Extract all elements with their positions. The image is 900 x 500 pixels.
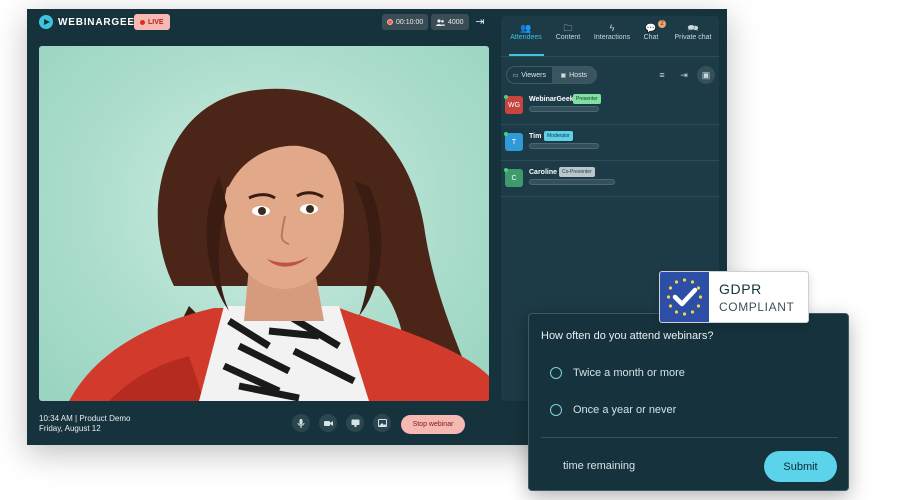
logo: WEBINARGEEK [39, 15, 143, 29]
panel-settings-icon[interactable]: ▣ [697, 66, 715, 84]
tab-interactions-label: Interactions [593, 34, 631, 41]
recording-timer: 00:10:00 [382, 14, 429, 30]
chat-unread-badge: 2 [658, 20, 666, 28]
export-icon[interactable]: ⇥ [677, 68, 691, 82]
poll-option[interactable]: Twice a month or more [550, 367, 685, 379]
lightning-icon: ϟ [609, 23, 615, 33]
eu-flag-icon [660, 272, 709, 322]
host-detail-placeholder [529, 179, 615, 185]
viewer-count-value: 4000 [448, 18, 464, 26]
chat-icon: 💬 2 [641, 20, 666, 34]
segment-hosts-label: Hosts [569, 71, 588, 79]
poll-option-label: Once a year or never [573, 404, 677, 416]
tab-chat[interactable]: 💬 2 Chat [641, 20, 666, 52]
poll-option-label: Twice a month or more [573, 367, 685, 379]
list-item[interactable]: C Caroline Co-Presenter [504, 166, 715, 196]
folder-icon: 🗀 [563, 23, 573, 33]
media-button[interactable] [373, 414, 391, 432]
video-stage [39, 46, 489, 401]
host-detail-placeholder [529, 106, 599, 112]
logo-play-icon [39, 15, 53, 29]
gdpr-title: GDPR [719, 281, 762, 297]
media-icon [377, 419, 387, 427]
host-name: Caroline [529, 169, 558, 176]
online-status-icon [504, 132, 508, 136]
avatar: WG [505, 96, 523, 114]
stop-webinar-button[interactable]: Stop webinar [401, 415, 465, 434]
radio-button[interactable] [550, 367, 562, 379]
poll-question: How often do you attend webinars? [541, 330, 714, 342]
poll-option[interactable]: Once a year or never [550, 404, 676, 416]
microphone-icon [297, 418, 305, 428]
tab-private-chat-label: Private chat [674, 34, 712, 41]
tab-content-label: Content [555, 34, 581, 41]
viewer-count[interactable]: 4000 [431, 14, 469, 30]
tab-private-chat[interactable]: 🗪 Private chat [671, 22, 715, 52]
screen-share-button[interactable] [346, 414, 364, 432]
timer-value: 00:10:00 [396, 18, 424, 26]
list-item[interactable]: T Tim Moderator [504, 130, 715, 160]
session-date: Friday, August 12 [39, 424, 101, 433]
role-badge: Moderator [544, 131, 573, 141]
host-detail-placeholder [529, 143, 599, 149]
tab-attendees-label: Attendees [510, 34, 542, 41]
tab-attendees[interactable]: 👥 Attendees [507, 22, 545, 52]
list-item[interactable]: WG WebinarGeek Presenter [504, 93, 715, 123]
segment-hosts[interactable]: ▣ Hosts [551, 67, 596, 83]
attendees-icon: 👥 [520, 23, 532, 33]
poll-card: How often do you attend webinars? Twice … [528, 313, 849, 491]
host-name: WebinarGeek [529, 96, 574, 103]
tab-content[interactable]: 🗀 Content [551, 22, 585, 52]
camera-icon [323, 420, 333, 426]
gdpr-badge: GDPR COMPLIANT [659, 271, 809, 323]
microphone-button[interactable] [292, 414, 310, 432]
role-badge: Presenter [573, 94, 601, 104]
row-divider [501, 124, 719, 125]
filter-icon[interactable]: ≡ [655, 68, 669, 82]
tab-chat-label: Chat [643, 34, 659, 41]
radio-button[interactable] [550, 404, 562, 416]
private-chat-icon: 🗪 [687, 23, 699, 33]
live-badge: LIVE [134, 14, 170, 30]
segment-viewers-label: Viewers [521, 71, 546, 79]
logo-text: WEBINARGEEK [58, 16, 143, 28]
row-divider [501, 196, 719, 197]
live-dot-icon [140, 19, 145, 25]
online-status-icon [504, 168, 508, 172]
time-remaining: time remaining [563, 460, 636, 472]
poll-divider [541, 437, 838, 438]
hosts-icon: ▣ [560, 72, 567, 79]
viewer-host-toggle: ▭ Viewers ▣ Hosts [506, 66, 597, 84]
tab-interactions[interactable]: ϟ Interactions [589, 22, 635, 52]
submit-button[interactable]: Submit [764, 451, 837, 482]
screen-share-icon [351, 419, 359, 427]
avatar: C [505, 169, 523, 187]
people-icon [436, 18, 445, 26]
row-divider [501, 160, 719, 161]
segment-viewers[interactable]: ▭ Viewers [507, 67, 552, 83]
role-badge: Co-Presenter [559, 167, 595, 177]
presenter-video [69, 88, 489, 401]
record-icon [387, 19, 393, 25]
gdpr-subtitle: COMPLIANT [719, 300, 795, 314]
viewers-icon: ▭ [512, 72, 519, 79]
camera-button[interactable] [319, 414, 337, 432]
avatar: T [505, 133, 523, 151]
tabs-divider [501, 56, 719, 57]
session-time: 10:34 AM | Product Demo [39, 414, 131, 423]
host-name: Tim [529, 133, 542, 140]
online-status-icon [504, 95, 508, 99]
live-label: LIVE [148, 18, 164, 26]
exit-icon[interactable]: ⇥ [473, 15, 487, 29]
